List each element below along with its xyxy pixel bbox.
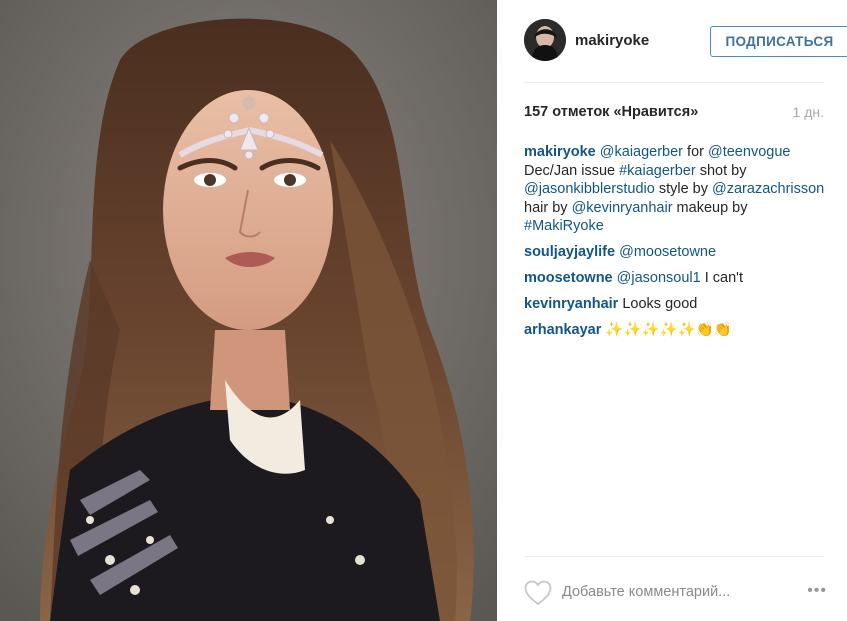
comment-link[interactable]: @jasonsoul1 xyxy=(617,270,701,286)
comment-item: arhankayar ✨✨✨✨✨👏👏 xyxy=(524,321,829,340)
post-header: makiryoke ПОДПИСАТЬСЯ xyxy=(524,19,847,65)
likes-row: 157 отметок «Нравится» 1 дн. xyxy=(524,104,824,124)
heart-icon[interactable] xyxy=(524,580,552,606)
post-time[interactable]: 1 дн. xyxy=(793,104,824,120)
comment-text: style by xyxy=(654,181,713,197)
avatar[interactable] xyxy=(524,19,566,61)
comment-link[interactable]: @moosetowne xyxy=(619,244,716,260)
comment-text: Dec/Jan issue xyxy=(524,162,620,179)
comment-link[interactable]: @teenvogue xyxy=(708,144,790,160)
username[interactable]: makiryoke xyxy=(575,32,649,49)
comment-text: makeup by xyxy=(672,199,748,216)
comment-text: Looks good xyxy=(622,296,698,312)
comment-text: shot by xyxy=(695,162,747,179)
comment-text: for xyxy=(683,144,708,160)
comment-input[interactable] xyxy=(562,580,782,604)
comment-link[interactable]: #kaiagerber xyxy=(619,163,696,179)
comment-item: kevinryanhair Looks good xyxy=(524,295,829,314)
post-photo[interactable] xyxy=(0,0,497,621)
comment-text: ✨✨✨✨✨👏👏 xyxy=(605,322,732,338)
comment-text: hair by xyxy=(524,199,572,216)
avatar-image xyxy=(524,19,566,61)
post-side-panel: makiryoke ПОДПИСАТЬСЯ 157 отметок «Нрави… xyxy=(497,0,847,621)
comment-username[interactable]: kevinryanhair xyxy=(524,296,618,312)
comment-bar: ••• xyxy=(524,578,827,608)
comment-item: moosetowne @jasonsoul1 I can't xyxy=(524,269,829,288)
comment-link[interactable]: @kevinryanhair xyxy=(572,200,673,216)
comment-username[interactable]: moosetowne xyxy=(524,270,613,286)
more-options-icon[interactable]: ••• xyxy=(807,582,827,600)
post-photo-illustration xyxy=(0,0,497,621)
comment-username[interactable]: souljayjaylife xyxy=(524,244,615,260)
comment-link[interactable]: #MakiRyoke xyxy=(524,218,604,234)
likes-count[interactable]: 157 отметок «Нравится» xyxy=(524,104,698,120)
follow-button[interactable]: ПОДПИСАТЬСЯ xyxy=(710,26,847,57)
comment-username[interactable]: makiryoke xyxy=(524,144,596,160)
comment-link[interactable]: @zarazachrisson xyxy=(712,181,824,197)
comment-item: souljayjaylife @moosetowne xyxy=(524,243,829,262)
comment-item: makiryoke @kaiagerber for @teenvogue Dec… xyxy=(524,143,829,236)
comments-list: makiryoke @kaiagerber for @teenvogue Dec… xyxy=(524,143,829,347)
header-divider xyxy=(524,82,824,83)
comment-link[interactable]: @kaiagerber xyxy=(600,144,683,160)
footer-divider xyxy=(524,556,824,557)
comment-text: I can't xyxy=(700,270,743,286)
comment-link[interactable]: @jasonkibblerstudio xyxy=(524,181,655,197)
comment-username[interactable]: arhankayar xyxy=(524,322,601,338)
